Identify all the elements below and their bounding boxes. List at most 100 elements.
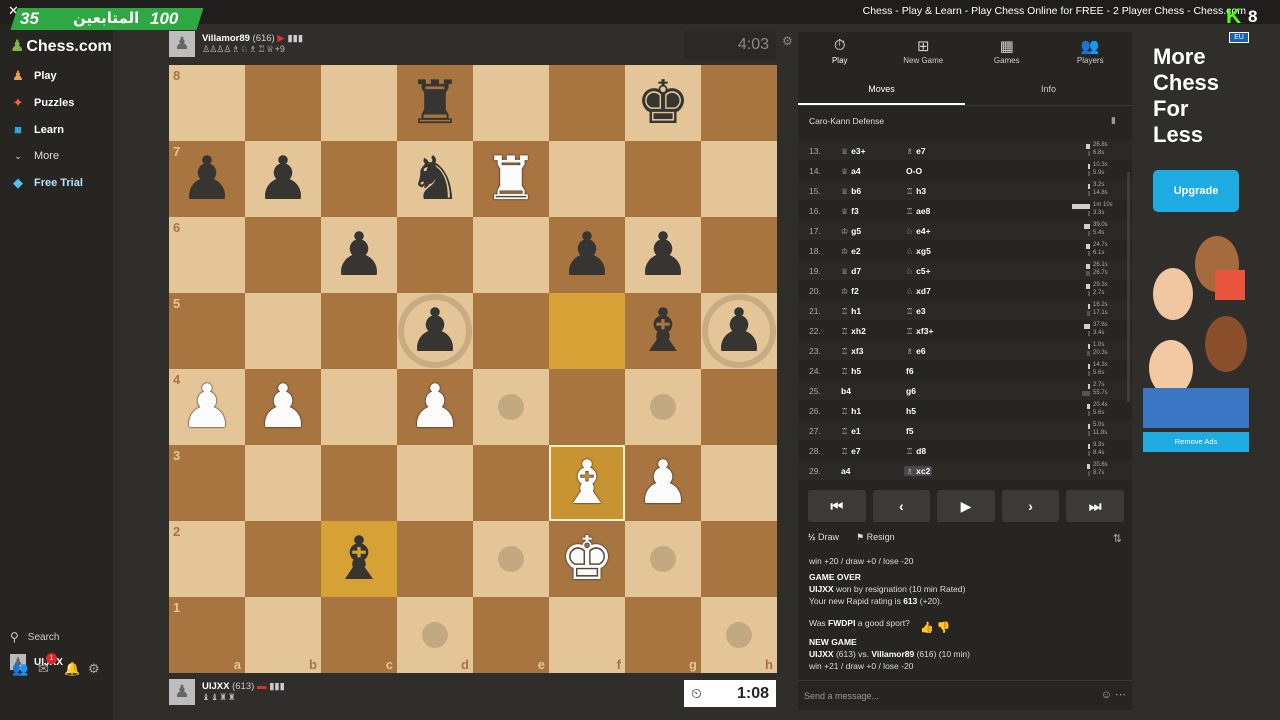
square-e4[interactable]: [473, 369, 549, 445]
square-h4[interactable]: [701, 369, 777, 445]
black-piece-c2[interactable]: ♝: [321, 521, 397, 597]
black-move[interactable]: ♖ ae8: [906, 206, 930, 216]
sidebar-search[interactable]: ⚲ Search: [10, 630, 59, 644]
white-piece-e7[interactable]: ♜: [473, 141, 549, 217]
prev-move-button[interactable]: ‹: [872, 490, 931, 522]
subtab-moves[interactable]: Moves: [798, 80, 965, 105]
thumbs-down-icon[interactable]: 👎: [937, 622, 951, 634]
tab-new-game[interactable]: ⊞ New Game: [882, 32, 966, 72]
white-piece-f3[interactable]: ♝: [549, 445, 625, 521]
chess-board[interactable]: 8 7 6 5 4 3 2 1 a b c d e f g h ♜ ♚ ♟ ♟ ♞ ♜ ♟ ♟ ♟ ♟ ♝ ♟ ♟ ♟ ♟ ♝ ♟ ♝ ♚: [169, 65, 777, 673]
square-h6[interactable]: [701, 217, 777, 293]
square-h8[interactable]: [701, 65, 777, 141]
square-d2[interactable]: [397, 521, 473, 597]
chat-username[interactable]: UIJXX: [809, 649, 834, 659]
square-b2[interactable]: [245, 521, 321, 597]
square-f8[interactable]: [549, 65, 625, 141]
square-h1[interactable]: h: [701, 597, 777, 673]
square-c7[interactable]: [321, 141, 397, 217]
next-move-button[interactable]: ›: [1001, 490, 1060, 522]
square-c1[interactable]: c: [321, 597, 397, 673]
move-hint[interactable]: [498, 394, 524, 420]
square-a8[interactable]: 8: [169, 65, 245, 141]
sidebar-item-free-trial[interactable]: ◆ Free Trial: [10, 173, 83, 193]
messages-icon[interactable]: ✉: [38, 661, 49, 677]
square-c8[interactable]: [321, 65, 397, 141]
square-b8[interactable]: [245, 65, 321, 141]
black-piece-b7[interactable]: ♟: [245, 141, 321, 217]
gear-icon[interactable]: ⚙: [88, 661, 100, 677]
white-move[interactable]: ♖ e1: [841, 426, 861, 436]
chat-username[interactable]: UIJXX: [809, 584, 834, 594]
square-b3[interactable]: [245, 445, 321, 521]
remove-ads-link[interactable]: Remove Ads: [1143, 432, 1249, 452]
black-move[interactable]: ♘ c5+: [906, 266, 931, 276]
flip-board-icon[interactable]: ⇅: [1113, 532, 1122, 545]
move-list-scrollbar[interactable]: [1127, 172, 1130, 402]
opening-name[interactable]: Caro-Kann Defense: [809, 116, 884, 126]
sidebar-item-puzzles[interactable]: ✦ Puzzles: [10, 93, 75, 113]
ad-panel[interactable]: More Chess For Less Upgrade Remove Ads: [1140, 32, 1252, 452]
square-b6[interactable]: [245, 217, 321, 293]
chesscom-logo[interactable]: ♟ Chess.com: [10, 36, 112, 56]
sidebar-item-learn[interactable]: ■ Learn: [10, 120, 64, 140]
black-piece-d8[interactable]: ♜: [397, 65, 473, 141]
square-e8[interactable]: [473, 65, 549, 141]
square-d1[interactable]: d: [397, 597, 473, 673]
white-move[interactable]: ♕ f3: [841, 206, 859, 216]
black-piece-c6[interactable]: ♟: [321, 217, 397, 293]
move-hint[interactable]: [650, 546, 676, 572]
black-piece-d5[interactable]: ♟: [397, 293, 473, 369]
square-g2[interactable]: [625, 521, 701, 597]
move-hint[interactable]: [422, 622, 448, 648]
square-e6[interactable]: [473, 217, 549, 293]
white-move[interactable]: ♖ xh2: [841, 326, 866, 336]
bottom-player-name[interactable]: UIJXX (613) ▬ ▮▮▮: [202, 681, 285, 692]
white-piece-g3[interactable]: ♟: [625, 445, 701, 521]
square-b1[interactable]: b: [245, 597, 321, 673]
black-move[interactable]: ♖ xf3+: [906, 326, 933, 336]
square-e5[interactable]: [473, 293, 549, 369]
black-piece-f6[interactable]: ♟: [549, 217, 625, 293]
avatar[interactable]: ♟: [169, 31, 195, 57]
play-button[interactable]: ▶: [937, 490, 995, 522]
black-move[interactable]: g6: [906, 386, 916, 396]
more-icon[interactable]: ⋯: [1115, 689, 1126, 701]
upgrade-button[interactable]: Upgrade: [1153, 170, 1239, 212]
white-move[interactable]: ♕ b6: [841, 186, 861, 196]
square-a1[interactable]: 1a: [169, 597, 245, 673]
square-d3[interactable]: [397, 445, 473, 521]
square-c4[interactable]: [321, 369, 397, 445]
square-e1[interactable]: e: [473, 597, 549, 673]
chat-username[interactable]: FWDPI: [828, 618, 855, 628]
black-move[interactable]: ♗ xc2: [904, 466, 933, 476]
black-move[interactable]: O-O: [906, 166, 922, 176]
square-f4[interactable]: [549, 369, 625, 445]
tab-games[interactable]: ▦ Games: [965, 32, 1049, 72]
white-move[interactable]: ♖ h5: [841, 366, 861, 376]
white-piece-b4[interactable]: ♟: [245, 369, 321, 445]
square-f1[interactable]: f: [549, 597, 625, 673]
black-move[interactable]: f6: [906, 366, 914, 376]
board-settings-icon[interactable]: ⚙: [782, 34, 793, 48]
last-move-button[interactable]: ⏭: [1066, 490, 1124, 522]
player-name[interactable]: Villamor89: [202, 33, 250, 44]
square-g1[interactable]: g: [625, 597, 701, 673]
white-move[interactable]: ♖ h1: [841, 306, 861, 316]
black-piece-h5[interactable]: ♟: [701, 293, 777, 369]
black-move[interactable]: ♘ xg5: [906, 246, 931, 256]
black-move[interactable]: ♖ e3: [906, 306, 926, 316]
square-g7[interactable]: [625, 141, 701, 217]
friends-icon[interactable]: 👥: [12, 661, 28, 677]
player-name[interactable]: UIJXX: [202, 681, 229, 692]
white-piece-f2[interactable]: ♚: [549, 521, 625, 597]
white-move[interactable]: ♔ e2: [841, 246, 861, 256]
square-b5[interactable]: [245, 293, 321, 369]
square-a2[interactable]: 2: [169, 521, 245, 597]
black-move[interactable]: ♘ xd7: [906, 286, 931, 296]
sidebar-item-play[interactable]: ♟ Play: [10, 66, 56, 86]
black-move[interactable]: ♘ e4+: [906, 226, 931, 236]
sidebar-item-more[interactable]: ⌄ More: [10, 146, 59, 166]
white-move[interactable]: b4: [841, 386, 851, 396]
move-hint[interactable]: [498, 546, 524, 572]
